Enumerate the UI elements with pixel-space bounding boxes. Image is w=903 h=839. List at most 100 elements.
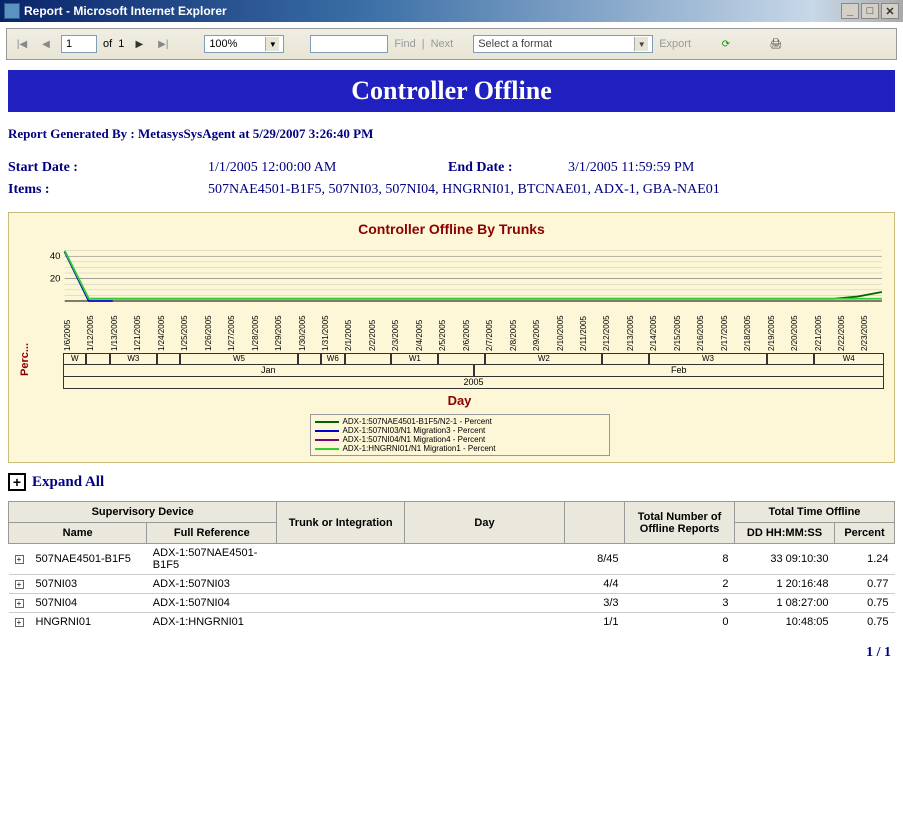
legend-item: ADX-1:HNGRNI01/N1 Migration1 - Percent <box>315 444 605 453</box>
current-page-input[interactable] <box>61 35 97 53</box>
last-page-button[interactable]: ▶| <box>154 35 172 53</box>
cell-ref: ADX-1:HNGRNI01 <box>147 613 277 632</box>
export-placeholder: Select a format <box>478 38 552 50</box>
export-format-select[interactable]: Select a format ▼ <box>473 35 653 53</box>
week-span <box>602 354 649 364</box>
legend-item: ADX-1:507NI03/N1 Migration3 - Percent <box>315 426 605 435</box>
cell-ratio: 3/3 <box>565 594 625 613</box>
expand-row-button[interactable]: + <box>15 599 24 608</box>
legend-item: ADX-1:507NI04/N1 Migration4 - Percent <box>315 435 605 444</box>
table-row: +507NI04ADX-1:507NI043/331 08:27:000.75 <box>9 594 895 613</box>
table-row: +507NI03ADX-1:507NI034/421 20:16:480.77 <box>9 575 895 594</box>
title-bar: Report - Microsoft Internet Explorer _ □… <box>0 0 903 22</box>
x-tick-label: 2/1/2005 <box>344 303 367 351</box>
cell-ratio: 4/4 <box>565 575 625 594</box>
th-dd: DD HH:MM:SS <box>735 523 835 544</box>
expand-row-button[interactable]: + <box>15 580 24 589</box>
x-tick-label: 2/2/2005 <box>368 303 391 351</box>
cell-pct: 0.75 <box>835 594 895 613</box>
page-of-label: of <box>103 38 112 50</box>
legend-item: ADX-1:507NAE4501-B1F5/N2-1 - Percent <box>315 417 605 426</box>
cell-num: 8 <box>625 544 735 575</box>
date-range-row: Start Date : 1/1/2005 12:00:00 AM End Da… <box>8 160 895 176</box>
cell-ratio: 1/1 <box>565 613 625 632</box>
x-tick-label: 1/31/2005 <box>321 303 344 351</box>
th-blank <box>565 502 625 544</box>
th-trunk: Trunk or Integration <box>277 502 405 544</box>
month-span: Jan <box>63 365 474 376</box>
find-input[interactable] <box>310 35 388 53</box>
x-tick-label: 1/6/2005 <box>63 303 86 351</box>
cell-pct: 0.77 <box>835 575 895 594</box>
week-span <box>767 354 814 364</box>
expand-all-button[interactable]: + <box>8 473 26 491</box>
cell-dd: 1 20:16:48 <box>735 575 835 594</box>
month-span: Feb <box>474 365 885 376</box>
x-tick-label: 2/6/2005 <box>462 303 485 351</box>
report-title: Controller Offline <box>8 70 895 112</box>
x-tick-label: 2/11/2005 <box>579 303 602 351</box>
cell-num: 3 <box>625 594 735 613</box>
year-label: 2005 <box>63 377 884 389</box>
find-next-button[interactable]: Next <box>431 38 454 50</box>
x-tick-label: 2/18/2005 <box>743 303 766 351</box>
x-tick-label: 1/27/2005 <box>227 303 250 351</box>
chart-panel: Controller Offline By Trunks Perc... 204… <box>8 212 895 463</box>
week-span <box>438 354 485 364</box>
x-tick-label: 2/16/2005 <box>696 303 719 351</box>
chevron-down-icon: ▼ <box>634 37 648 51</box>
maximize-button[interactable]: □ <box>861 3 879 19</box>
svg-text:40: 40 <box>50 251 61 261</box>
table-row: +HNGRNI01ADX-1:HNGRNI011/1010:48:050.75 <box>9 613 895 632</box>
th-day: Day <box>405 502 565 544</box>
print-icon[interactable]: 🖨 <box>767 35 785 53</box>
refresh-icon[interactable]: ⟳ <box>717 35 735 53</box>
expand-row-button[interactable]: + <box>15 618 24 627</box>
minimize-button[interactable]: _ <box>841 3 859 19</box>
x-tick-label: 2/20/2005 <box>790 303 813 351</box>
ie-icon <box>4 3 20 19</box>
generated-by-line: Report Generated By : MetasysSysAgent at… <box>8 126 895 142</box>
prev-page-button[interactable]: ◀ <box>37 35 55 53</box>
report-toolbar: |◀ ◀ of 1 ▶ ▶| 100% ▼ Find | Next Select… <box>6 28 897 60</box>
find-button[interactable]: Find <box>394 38 415 50</box>
x-tick-label: 2/12/2005 <box>602 303 625 351</box>
x-tick-label: 1/26/2005 <box>204 303 227 351</box>
cell-ref: ADX-1:507NAE4501-B1F5 <box>147 544 277 575</box>
week-span: W6 <box>321 354 344 364</box>
th-name: Name <box>9 523 147 544</box>
x-tick-label: 1/28/2005 <box>251 303 274 351</box>
x-tick-label: 2/3/2005 <box>391 303 414 351</box>
first-page-button[interactable]: |◀ <box>13 35 31 53</box>
chart-plot: 2040 1/6/20051/12/20051/13/20051/21/2005… <box>35 243 884 456</box>
close-button[interactable]: ✕ <box>881 3 899 19</box>
svg-text:20: 20 <box>50 274 61 284</box>
cell-pct: 0.75 <box>835 613 895 632</box>
x-tick-label: 2/7/2005 <box>485 303 508 351</box>
week-span: W3 <box>110 354 157 364</box>
week-span <box>298 354 321 364</box>
x-tick-label: 1/24/2005 <box>157 303 180 351</box>
expand-row-button[interactable]: + <box>15 555 24 564</box>
week-span <box>345 354 392 364</box>
x-tick-label: 1/21/2005 <box>133 303 156 351</box>
th-ref: Full Reference <box>147 523 277 544</box>
week-span: W3 <box>649 354 766 364</box>
week-span: W4 <box>814 354 884 364</box>
cell-dd: 33 09:10:30 <box>735 544 835 575</box>
next-page-button[interactable]: ▶ <box>130 35 148 53</box>
th-pct: Percent <box>835 523 895 544</box>
week-span <box>86 354 109 364</box>
x-tick-label: 1/30/2005 <box>298 303 321 351</box>
zoom-select[interactable]: 100% ▼ <box>204 35 284 53</box>
cell-dd: 10:48:05 <box>735 613 835 632</box>
export-button[interactable]: Export <box>659 38 691 50</box>
x-tick-label: 1/25/2005 <box>180 303 203 351</box>
x-tick-label: 2/8/2005 <box>509 303 532 351</box>
x-tick-label: 2/15/2005 <box>673 303 696 351</box>
table-row: +507NAE4501-B1F5ADX-1:507NAE4501-B1F58/4… <box>9 544 895 575</box>
x-tick-label: 2/10/2005 <box>556 303 579 351</box>
x-axis-label: Day <box>35 393 884 408</box>
chevron-down-icon: ▼ <box>265 37 279 51</box>
th-supervisory: Supervisory Device <box>9 502 277 523</box>
